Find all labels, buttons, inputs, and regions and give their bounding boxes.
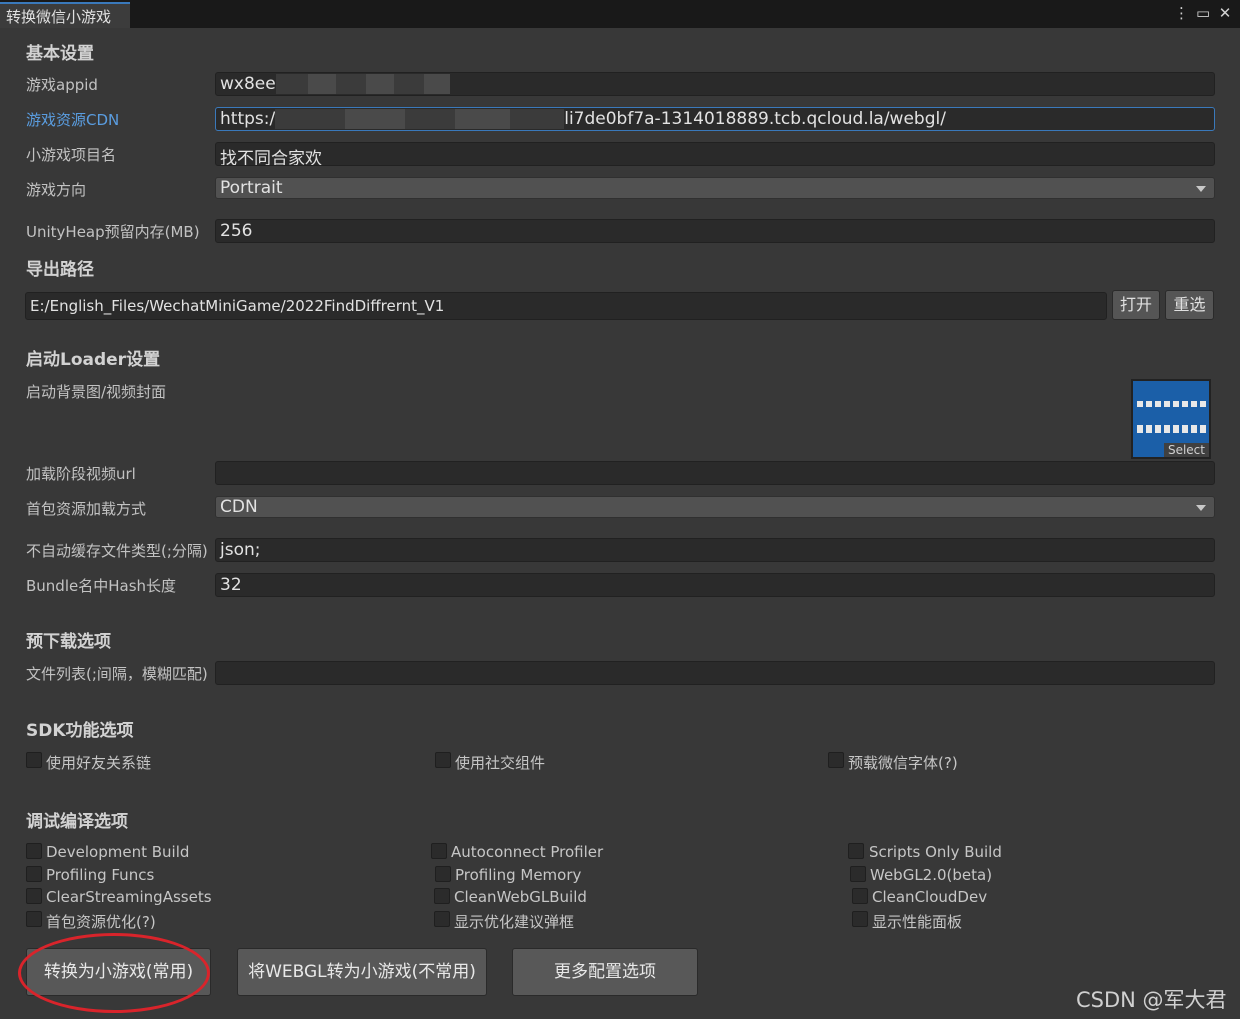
load-mode-dropdown[interactable]: CDN: [215, 496, 1215, 518]
loader-heading: 启动Loader设置: [26, 350, 161, 370]
redacted-block: [335, 74, 366, 94]
friends-checkbox[interactable]: [26, 752, 42, 768]
redacted-block: [275, 109, 346, 129]
video-url-input[interactable]: [215, 461, 1215, 485]
preload-font-checkbox-label: 预载微信字体(?): [848, 754, 958, 772]
bg-image-label: 启动背景图/视频封面: [26, 383, 167, 401]
cdn-prefix: https:/: [220, 109, 276, 129]
window-controls: ⋮ ▭ ✕: [1174, 4, 1232, 22]
cdn-suffix: li7de0bf7a-1314018889.tcb.qcloud.la/webg…: [564, 109, 946, 129]
heap-input[interactable]: 256: [215, 219, 1215, 243]
orientation-value: Portrait: [220, 178, 283, 198]
clear-streaming-label: ClearStreamingAssets: [46, 888, 212, 906]
clean-webgl-checkbox[interactable]: [434, 888, 450, 904]
chevron-down-icon: [1196, 505, 1206, 511]
nocache-label: 不自动缓存文件类型(;分隔): [26, 542, 208, 560]
friends-checkbox-label: 使用好友关系链: [46, 754, 152, 772]
basic-settings-heading: 基本设置: [26, 44, 94, 64]
show-opt-dialog-checkbox[interactable]: [434, 911, 450, 927]
first-package-opt-label: 首包资源优化(?): [46, 913, 156, 931]
select-button[interactable]: Select: [1163, 443, 1209, 457]
reselect-button[interactable]: 重选: [1165, 290, 1214, 320]
redacted-block: [455, 109, 511, 129]
appid-input[interactable]: wx8ee: [215, 72, 1215, 96]
webgl-convert-button[interactable]: 将WEBGL转为小游戏(不常用): [237, 948, 487, 996]
project-name-label: 小游戏项目名: [26, 146, 117, 164]
scripts-only-label: Scripts Only Build: [869, 843, 1002, 861]
webgl2-checkbox[interactable]: [850, 866, 866, 882]
hash-length-label: Bundle名中Hash长度: [26, 577, 177, 595]
social-checkbox-label: 使用社交组件: [455, 754, 546, 772]
perf-panel-label: 显示性能面板: [872, 913, 963, 931]
export-path-heading: 导出路径: [26, 260, 94, 280]
clean-cloud-checkbox[interactable]: [852, 888, 868, 904]
cdn-label[interactable]: 游戏资源CDN: [26, 109, 119, 130]
orientation-dropdown[interactable]: Portrait: [215, 177, 1215, 199]
profiling-memory-label: Profiling Memory: [455, 866, 582, 884]
profiling-funcs-label: Profiling Funcs: [46, 866, 155, 884]
preload-font-checkbox[interactable]: [828, 752, 844, 768]
development-build-label: Development Build: [46, 843, 190, 861]
appid-label: 游戏appid: [26, 76, 98, 94]
window-tab[interactable]: 转换微信小游戏: [0, 2, 130, 28]
sdk-heading: SDK功能选项: [26, 721, 134, 741]
close-icon[interactable]: ✕: [1218, 4, 1232, 22]
redacted-block: [405, 109, 456, 129]
profiling-funcs-checkbox[interactable]: [26, 866, 42, 882]
clean-webgl-label: CleanWebGLBuild: [454, 888, 587, 906]
redacted-block: [510, 109, 565, 129]
social-checkbox[interactable]: [435, 752, 451, 768]
thumbnail-pattern: [1137, 401, 1207, 407]
chevron-down-icon: [1196, 186, 1206, 192]
preload-files-input[interactable]: [215, 661, 1215, 685]
cdn-input[interactable]: https:/ li7de0bf7a-1314018889.tcb.qcloud.…: [215, 107, 1215, 131]
more-icon[interactable]: ⋮: [1174, 4, 1189, 22]
heap-label: UnityHeap预留内存(MB): [26, 223, 200, 241]
more-options-button[interactable]: 更多配置选项: [512, 948, 698, 996]
development-build-checkbox[interactable]: [26, 843, 42, 859]
hash-length-input[interactable]: 32: [215, 573, 1215, 597]
profiling-memory-checkbox[interactable]: [435, 866, 451, 882]
thumbnail-pattern: [1137, 425, 1207, 433]
scripts-only-checkbox[interactable]: [848, 843, 864, 859]
redacted-block: [345, 109, 406, 129]
watermark: CSDN @军大君: [1076, 988, 1227, 1012]
maximize-icon[interactable]: ▭: [1196, 4, 1210, 22]
orientation-label: 游戏方向: [26, 181, 87, 199]
export-path-input[interactable]: E:/English_Files/WechatMiniGame/2022Find…: [25, 292, 1107, 320]
autoconnect-profiler-label: Autoconnect Profiler: [451, 843, 604, 861]
appid-value: wx8ee: [220, 74, 276, 94]
redacted-block: [423, 74, 450, 94]
open-button[interactable]: 打开: [1112, 290, 1160, 320]
autoconnect-profiler-checkbox[interactable]: [431, 843, 447, 859]
redacted-block: [275, 74, 308, 94]
webgl2-label: WebGL2.0(beta): [870, 866, 993, 884]
clean-cloud-label: CleanCloudDev: [872, 888, 988, 906]
clear-streaming-checkbox[interactable]: [26, 888, 42, 904]
highlight-circle: [18, 933, 210, 1013]
nocache-input[interactable]: json;: [215, 538, 1215, 562]
load-mode-value: CDN: [220, 497, 258, 517]
debug-heading: 调试编译选项: [26, 812, 128, 832]
preload-heading: 预下载选项: [26, 632, 111, 652]
preload-files-label: 文件列表(;间隔，模糊匹配): [26, 665, 208, 683]
load-mode-label: 首包资源加载方式: [26, 500, 147, 518]
redacted-block: [307, 74, 336, 94]
bg-image-thumbnail[interactable]: Select: [1131, 379, 1211, 459]
project-name-input[interactable]: 找不同合家欢: [215, 142, 1215, 166]
video-url-label: 加载阶段视频url: [26, 465, 136, 483]
show-opt-dialog-label: 显示优化建议弹框: [454, 913, 575, 931]
title-bar: 转换微信小游戏 ⋮ ▭ ✕: [0, 0, 1240, 28]
perf-panel-checkbox[interactable]: [852, 911, 868, 927]
redacted-block: [393, 74, 424, 94]
first-package-opt-checkbox[interactable]: [26, 911, 42, 927]
redacted-block: [365, 74, 394, 94]
